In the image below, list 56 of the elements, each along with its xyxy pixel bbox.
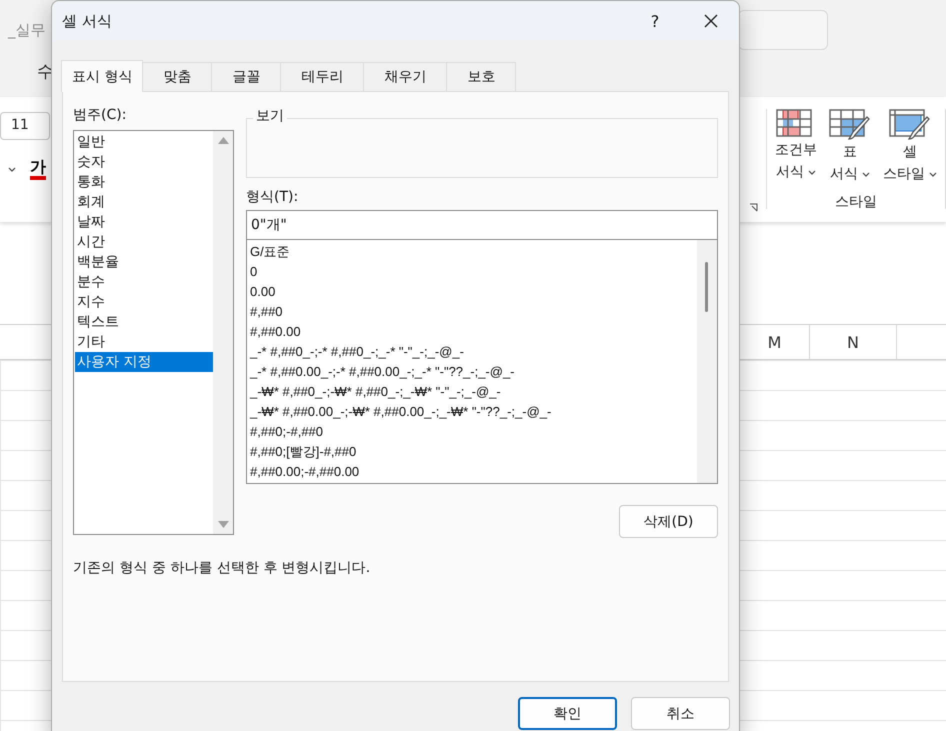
scroll-thumb[interactable] [705, 262, 708, 312]
format-item[interactable]: #,##0.00 [250, 322, 697, 342]
font-color-button[interactable]: 가 [30, 158, 46, 180]
category-item[interactable]: 사용자 지정 [75, 352, 213, 372]
help-button[interactable]: ? [627, 1, 683, 41]
chevron-icon [8, 166, 16, 172]
format-item[interactable]: 0.00 [250, 282, 697, 302]
format-label: 형식(T): [246, 188, 300, 207]
preview-label: 보기 [253, 107, 287, 125]
format-item[interactable]: #,##0.00;-#,##0.00 [250, 462, 697, 482]
table-brush-icon [829, 109, 871, 141]
delete-button[interactable]: 삭제(D) [619, 505, 718, 538]
cancel-button[interactable]: 취소 [631, 697, 730, 730]
category-item[interactable]: 통화 [75, 172, 213, 192]
tab[interactable]: 표시 형식 [61, 60, 144, 92]
style-button[interactable]: 셀 스타일 [881, 109, 939, 185]
close-icon [704, 14, 718, 28]
format-item[interactable]: #,##0;[빨강]-#,##0 [250, 442, 697, 462]
font-size-field[interactable]: 11 [0, 112, 50, 140]
ok-button[interactable]: 확인 [518, 697, 617, 730]
tab[interactable]: 보호 [446, 62, 516, 92]
search-field[interactable] [738, 10, 828, 50]
chevron-icon [808, 170, 816, 174]
scroll-down-icon[interactable] [218, 521, 228, 528]
format-item[interactable]: #,##0;-#,##0 [250, 422, 697, 442]
category-item[interactable]: 시간 [75, 232, 213, 252]
category-label: 범주(C): [73, 106, 128, 125]
format-item[interactable]: _-* #,##0.00_-;-* #,##0.00_-;_-* "-"??_-;_-@_- [250, 362, 697, 382]
category-item[interactable]: 날짜 [75, 212, 213, 232]
group-label: 스타일 [835, 193, 877, 211]
category-item[interactable]: 회계 [75, 192, 213, 212]
category-item[interactable]: 기타 [75, 332, 213, 352]
style-button[interactable]: 조건부 서식 [773, 109, 819, 185]
format-item[interactable]: _-₩* #,##0_-;-₩* #,##0_-;_-₩* "-"_-;_-@_- [250, 382, 697, 402]
category-item[interactable]: 숫자 [75, 152, 213, 172]
description-text: 기존의 형식 중 하나를 선택한 후 변형시킵니다. [73, 559, 372, 577]
style-button[interactable]: 표 서식 [827, 109, 873, 185]
category-item[interactable]: 일반 [75, 132, 213, 152]
format-item[interactable]: G/표준 [250, 242, 697, 262]
format-item[interactable]: #,##0 [250, 302, 697, 322]
chevron-icon [862, 172, 870, 176]
category-item[interactable]: 텍스트 [75, 312, 213, 332]
scroll-up-icon[interactable] [218, 137, 228, 144]
dialog-launcher-icon[interactable] [749, 203, 758, 212]
format-item[interactable]: _-* #,##0_-;-* #,##0_-;_-* "-"_-;_-@_- [250, 342, 697, 362]
column-header[interactable]: N [810, 325, 897, 359]
category-item[interactable]: 지수 [75, 292, 213, 312]
chevron-icon [929, 172, 937, 176]
category-item[interactable]: 분수 [75, 272, 213, 292]
workbook-title: _실무 [8, 20, 46, 40]
format-field[interactable]: 0"개" [246, 210, 718, 240]
dialog-title: 셀 서식 [62, 12, 113, 30]
category-item[interactable]: 백분율 [75, 252, 213, 272]
format-item[interactable]: 0 [250, 262, 697, 282]
format-item[interactable]: _-₩* #,##0.00_-;-₩* #,##0.00_-;_-₩* "-"??_-;_-@_- [250, 402, 697, 422]
cell-brush-icon [889, 109, 931, 141]
